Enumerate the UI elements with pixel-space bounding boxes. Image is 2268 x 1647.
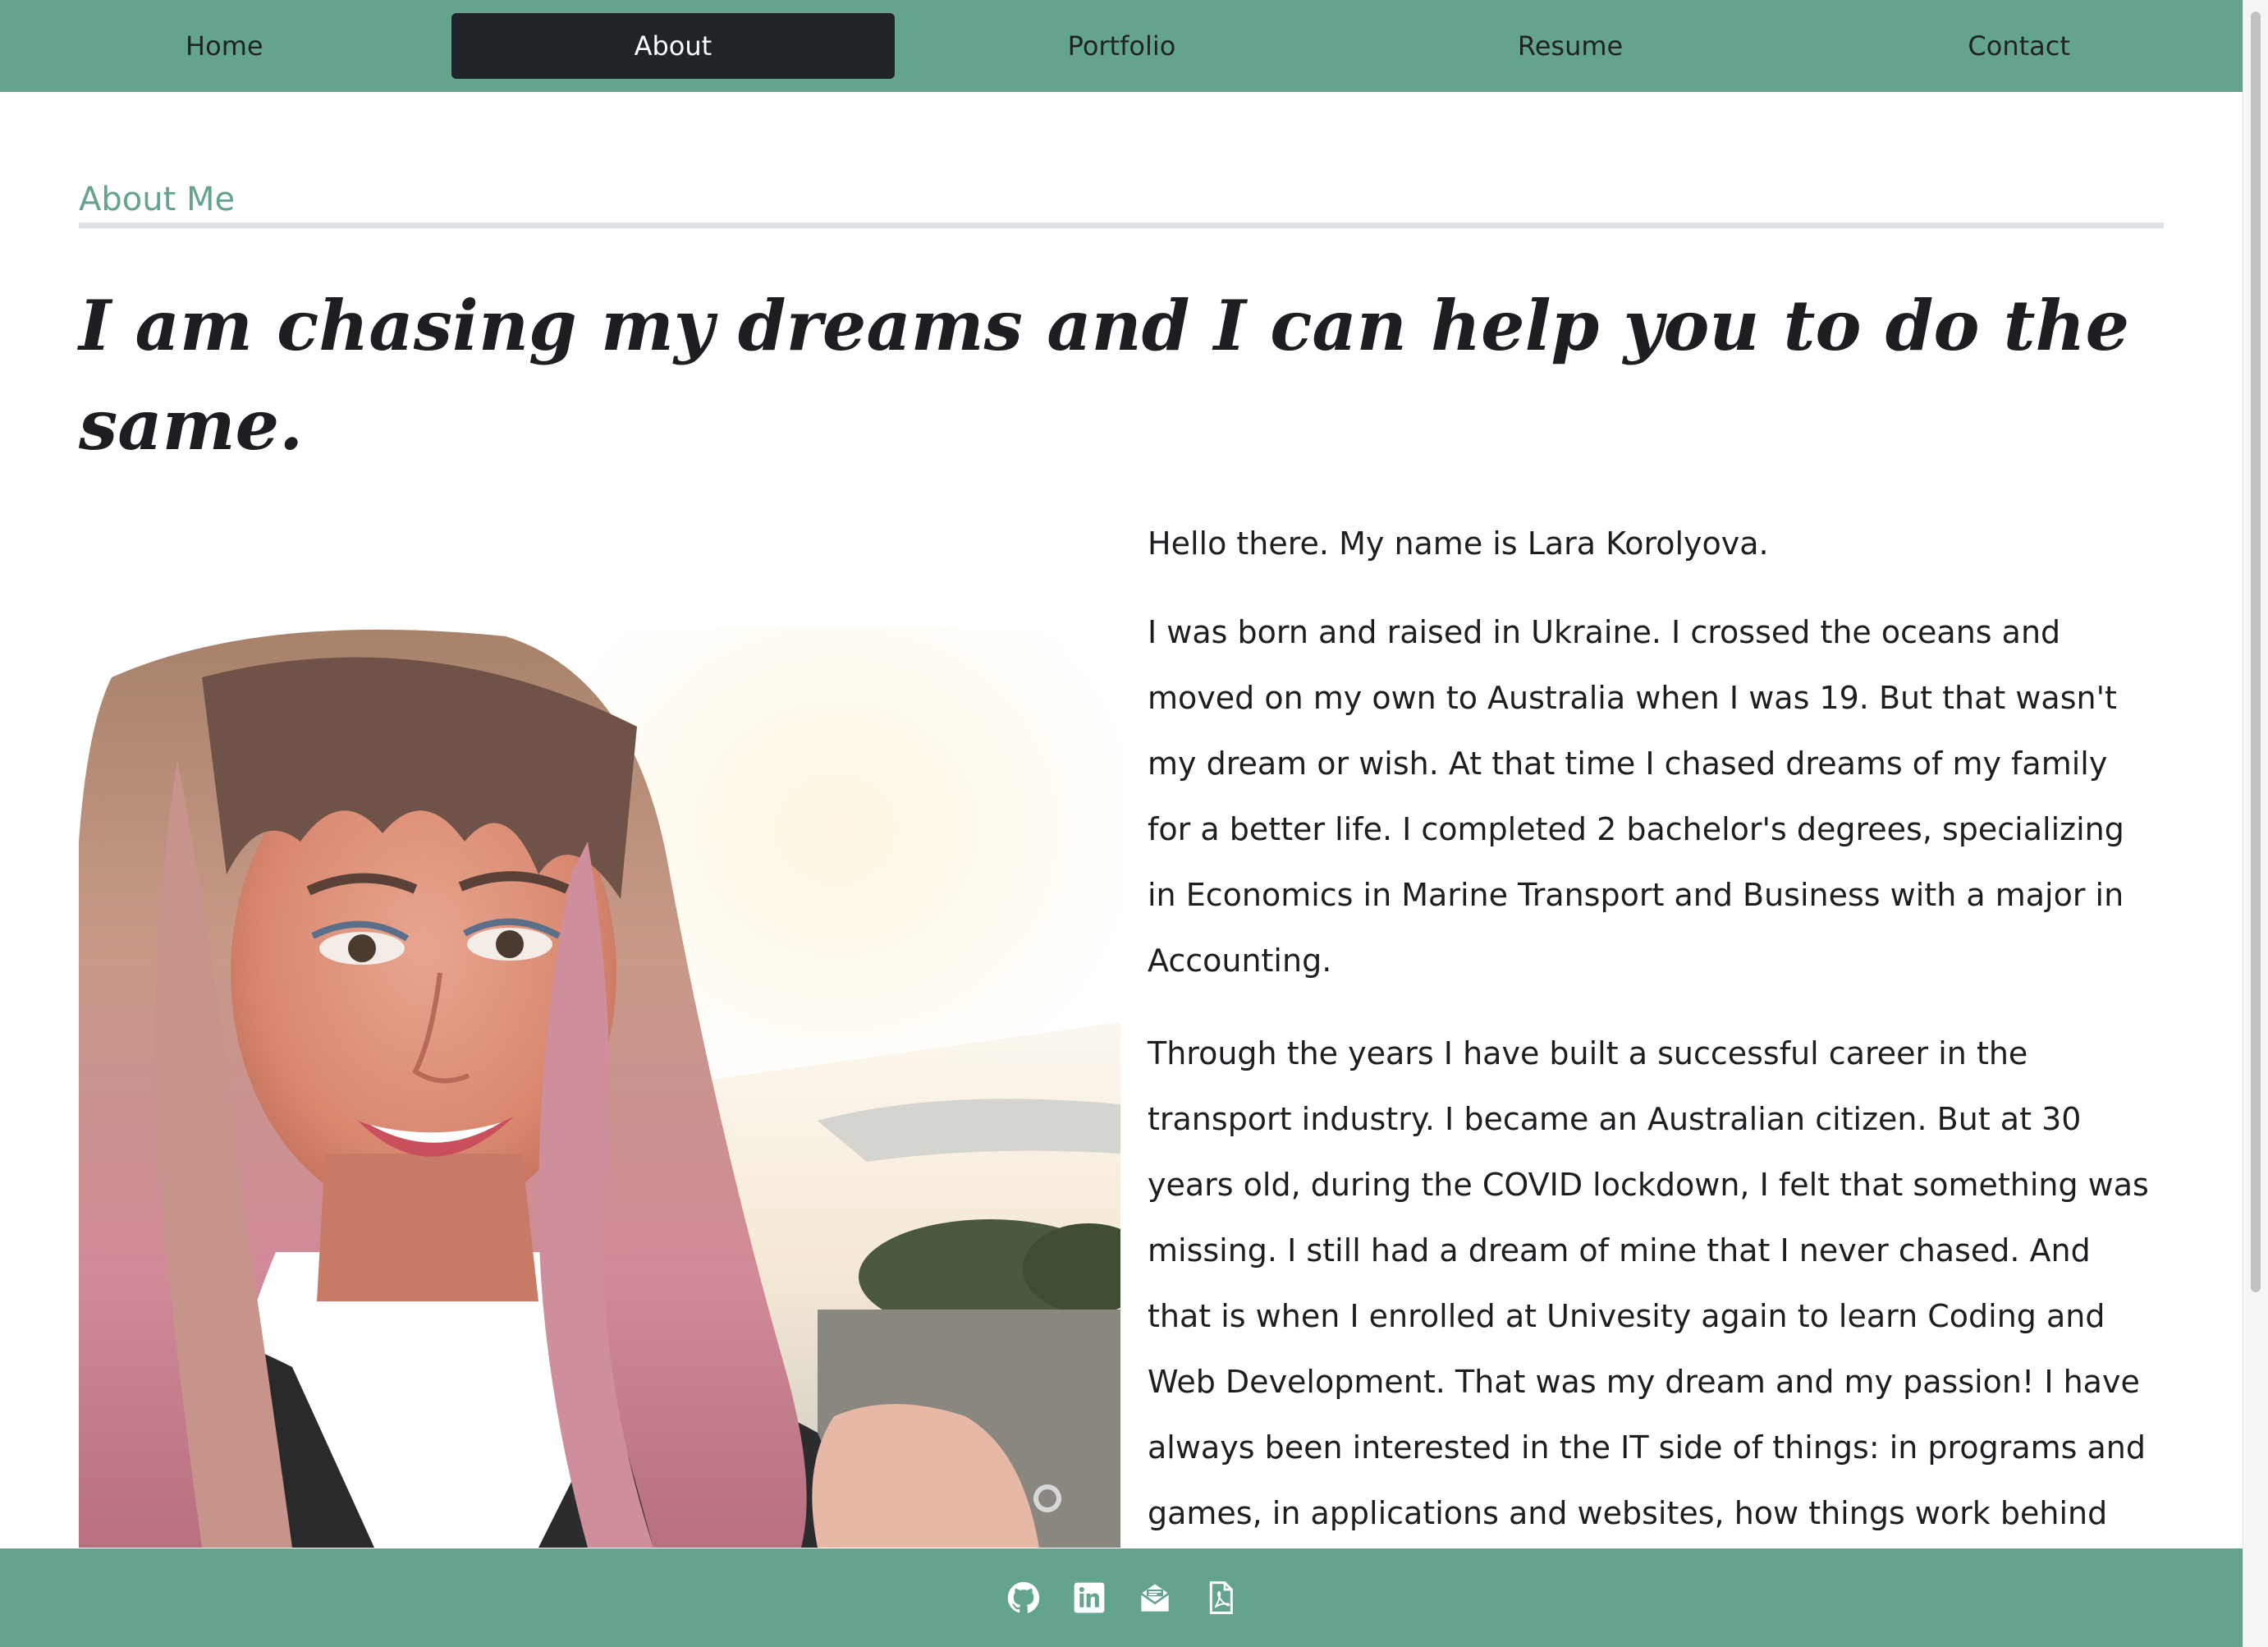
bio-text: Hello there. My name is Lara Korolyova. … [1148, 511, 2149, 1573]
vertical-scrollbar[interactable] [2243, 0, 2268, 1647]
github-icon[interactable] [1007, 1581, 1040, 1614]
bio-paragraph-intro: Hello there. My name is Lara Korolyova. [1148, 525, 1769, 562]
page-headline: I am chasing my dreams and I can help yo… [79, 285, 2130, 466]
about-page: Home About Portfolio Resume Contact Abou… [0, 0, 2268, 1647]
section-label: About Me [79, 181, 236, 218]
nav-portfolio-link[interactable]: Portfolio [900, 13, 1343, 79]
top-navbar: Home About Portfolio Resume Contact [0, 0, 2243, 92]
bio-paragraph-background: I was born and raised in Ukraine. I cros… [1148, 614, 2124, 979]
profile-photo [79, 628, 1120, 1548]
pdf-icon[interactable] [1204, 1581, 1237, 1614]
linkedin-icon[interactable] [1073, 1581, 1106, 1614]
nav-contact-link[interactable]: Contact [1798, 13, 2241, 79]
nav-home-link[interactable]: Home [2, 13, 446, 79]
nav-resume-link[interactable]: Resume [1349, 13, 1792, 79]
scrollbar-thumb[interactable] [2251, 11, 2261, 1292]
footer-bar [0, 1548, 2243, 1647]
section-divider [79, 223, 2164, 228]
nav-about-link[interactable]: About [451, 13, 895, 79]
bio-paragraph-career: Through the years I have built a success… [1148, 1035, 2149, 1531]
email-icon[interactable] [1139, 1581, 1171, 1614]
